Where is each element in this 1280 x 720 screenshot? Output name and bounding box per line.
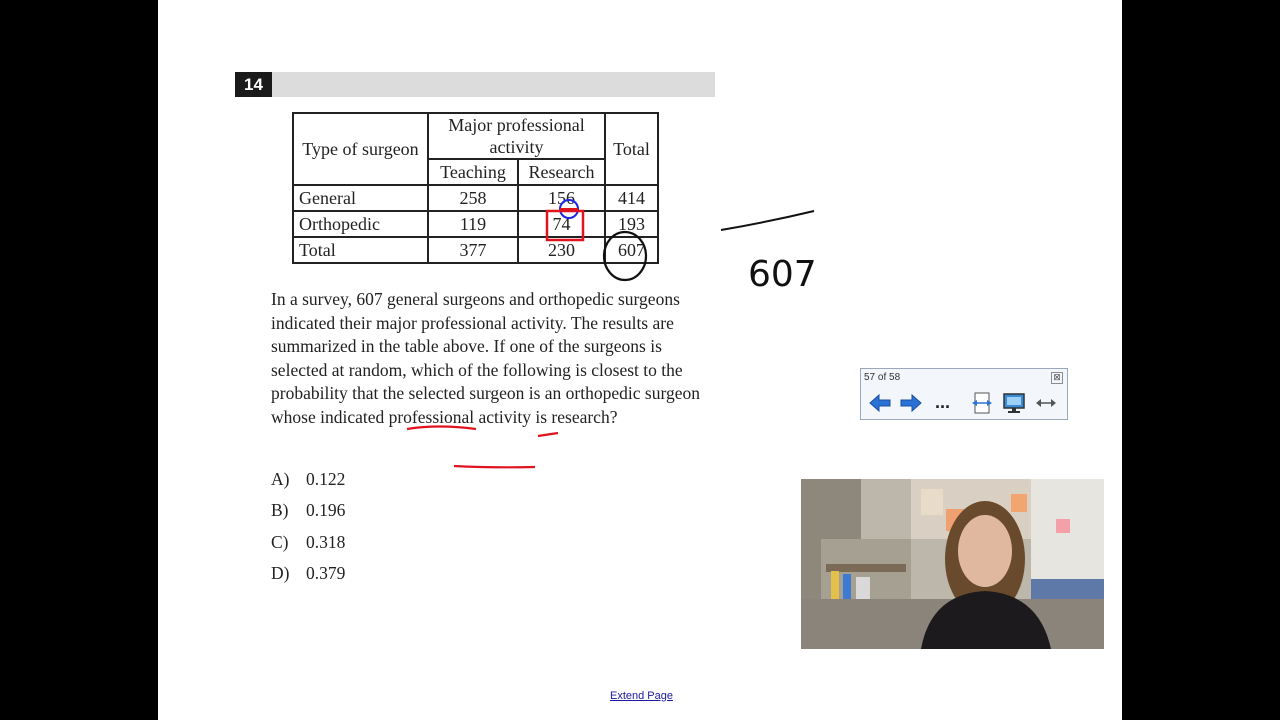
header-teaching: Teaching [427, 158, 519, 186]
choice-c[interactable]: C) 0.318 [271, 529, 345, 560]
table-row: Total 377 230 607 [292, 236, 659, 264]
question-text: In a survey, 607 general surgeons and or… [271, 289, 700, 427]
row-label: Total [292, 236, 429, 264]
underline-research [453, 464, 536, 469]
fit-width-icon[interactable] [1033, 391, 1059, 415]
header-major-activity: Major professional activity [427, 112, 606, 160]
row-label: Orthopedic [292, 210, 429, 238]
choice-d[interactable]: D) 0.379 [271, 560, 345, 591]
handwritten-denominator: 607 [748, 254, 817, 295]
extend-page-link[interactable]: Extend Page [610, 690, 673, 702]
choice-a[interactable]: A) 0.122 [271, 466, 345, 497]
choice-value: 0.196 [306, 500, 346, 521]
choice-b[interactable]: B) 0.196 [271, 497, 345, 528]
cell-research: 156 [517, 184, 606, 212]
answer-choices: A) 0.122 B) 0.196 C) 0.318 D) 0.379 [271, 466, 345, 591]
cell-total: 193 [604, 210, 659, 238]
header-type-of-surgeon: Type of surgeon [292, 112, 429, 186]
more-icon[interactable]: ... [935, 391, 961, 415]
display-icon[interactable] [1001, 391, 1027, 415]
cell-teaching: 258 [427, 184, 519, 212]
header-total: Total [604, 112, 659, 186]
page-navigator: 57 of 58 ⊠ ... [860, 368, 1068, 420]
cell-teaching: 119 [427, 210, 519, 238]
row-label: General [292, 184, 429, 212]
question-number: 14 [235, 72, 272, 97]
webcam-video [801, 479, 1104, 649]
cell-total: 607 [604, 236, 659, 264]
fit-page-icon[interactable] [969, 391, 995, 415]
table-row: General 258 156 414 [292, 184, 659, 212]
forward-arrow-icon[interactable] [898, 391, 924, 415]
cell-research: 230 [517, 236, 606, 264]
choice-value: 0.122 [306, 469, 346, 489]
table-row: Orthopedic 119 74 193 [292, 210, 659, 238]
choice-letter: B) [271, 500, 289, 521]
underline-short [537, 431, 559, 438]
page-counter: 57 of 58 [864, 372, 901, 383]
cell-total: 414 [604, 184, 659, 212]
cell-research: 74 [517, 210, 606, 238]
header-research: Research [517, 158, 606, 186]
fraction-bar [720, 210, 815, 231]
question-header-bar: 14 [235, 72, 715, 97]
choice-letter: C) [271, 531, 289, 552]
survey-table: Type of surgeon Major professional activ… [292, 112, 659, 264]
cell-teaching: 377 [427, 236, 519, 264]
choice-letter: D) [271, 562, 290, 583]
choice-letter: A) [271, 469, 290, 489]
choice-value: 0.318 [306, 531, 346, 552]
close-icon[interactable]: ⊠ [1051, 372, 1063, 384]
choice-value: 0.379 [306, 562, 346, 583]
back-arrow-icon[interactable] [867, 391, 893, 415]
